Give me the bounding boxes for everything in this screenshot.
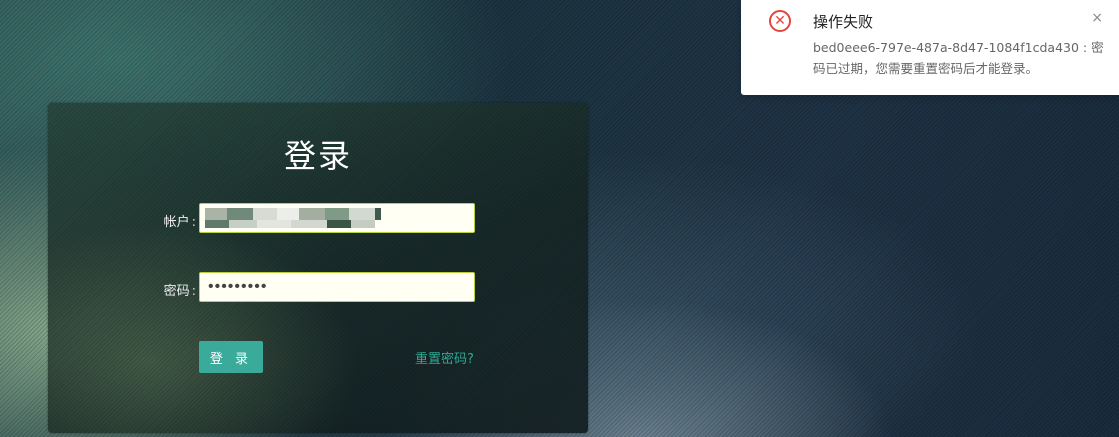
password-input[interactable] <box>199 272 475 302</box>
notification-message: bed0eee6-797e-487a-8d47-1084f1cda430 : 密… <box>813 40 1104 76</box>
error-circle-icon: ✕ <box>769 10 791 32</box>
account-input[interactable] <box>199 203 475 233</box>
account-label-text: 帐户 <box>163 215 190 230</box>
account-row: 帐户: <box>48 203 588 235</box>
password-label-separator: : <box>191 284 196 299</box>
login-button[interactable]: 登 录 <box>199 341 263 373</box>
password-label: 密码: <box>164 280 196 299</box>
reset-password-link[interactable]: 重置密码? <box>415 348 474 367</box>
account-label: 帐户: <box>164 211 196 230</box>
account-label-separator: : <box>191 215 196 230</box>
notification-title: 操作失败 <box>813 13 874 31</box>
close-icon[interactable]: × <box>1091 10 1103 26</box>
error-notification: ✕ 操作失败 × bed0eee6-797e-487a-8d47-1084f1c… <box>741 0 1119 95</box>
login-panel: 登录 帐户: 密码: 登 录 重置密码? <box>48 103 588 433</box>
password-label-text: 密码 <box>163 284 190 299</box>
password-row: 密码: <box>48 272 588 304</box>
login-title: 登录 <box>283 137 352 175</box>
